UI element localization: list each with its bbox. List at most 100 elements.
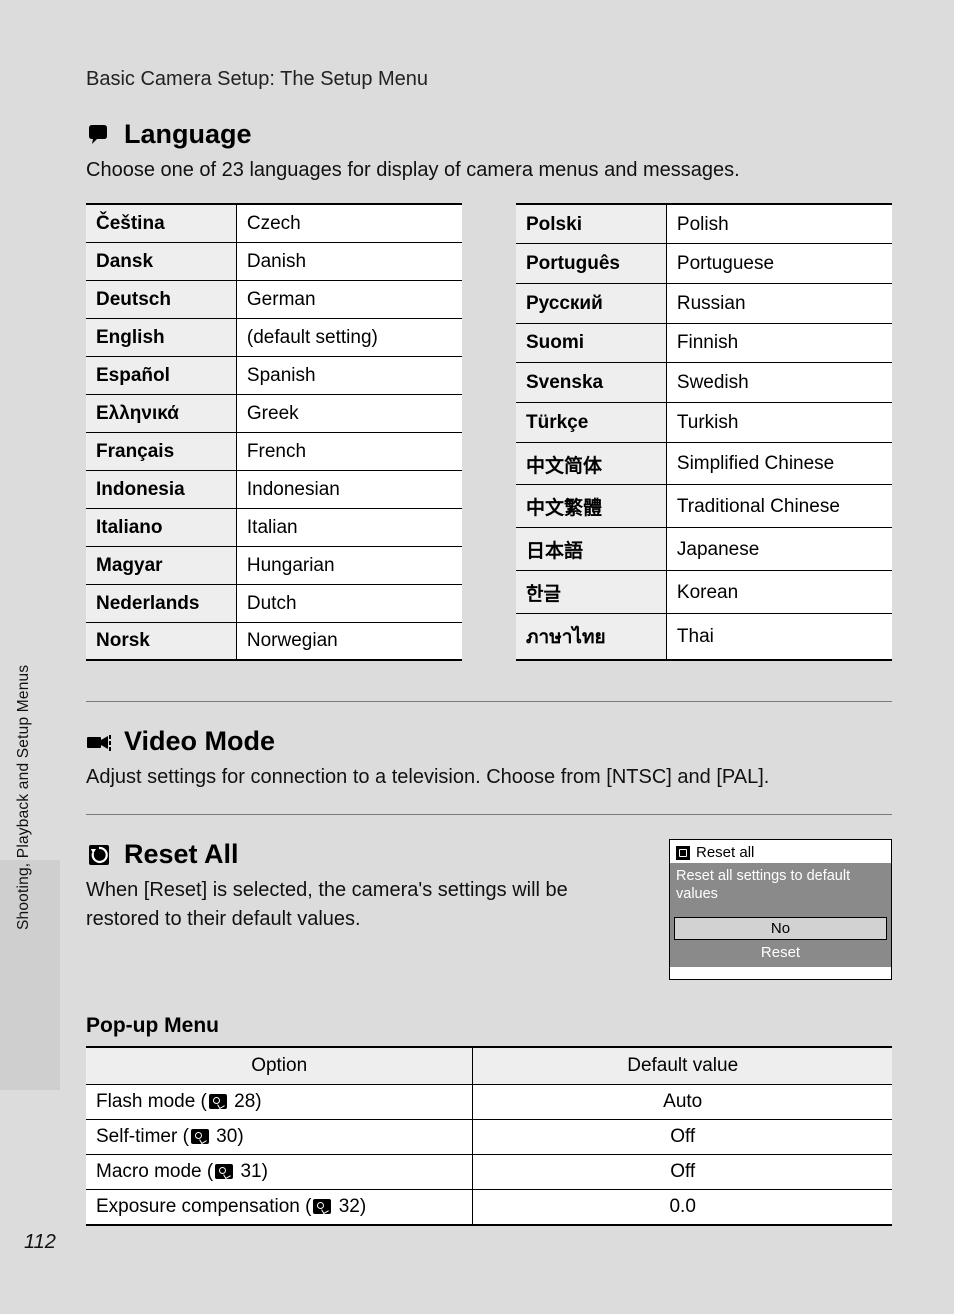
language-native: Español — [86, 356, 236, 394]
language-row: ภาษาไทยThai — [516, 613, 892, 660]
section-resetall-heading: Reset All — [86, 839, 639, 870]
language-row: ΕλληνικάGreek — [86, 394, 462, 432]
language-english: Korean — [666, 571, 892, 614]
popup-header-value: Default value — [473, 1047, 892, 1085]
language-native: 日本語 — [516, 528, 666, 571]
page-reference-icon — [215, 1164, 233, 1179]
popup-header-option: Option — [86, 1047, 473, 1085]
side-section-label: Shooting, Playback and Setup Menus — [15, 530, 33, 930]
language-row: TürkçeTurkish — [516, 402, 892, 442]
language-table-right: PolskiPolishPortuguêsPortugueseРусскийRu… — [516, 203, 892, 661]
section-language-heading: Language — [86, 119, 892, 150]
language-row: PolskiPolish — [516, 204, 892, 244]
language-native: Nederlands — [86, 584, 236, 622]
lcd-title-text: Reset all — [696, 844, 754, 861]
language-english: Finnish — [666, 323, 892, 363]
popup-row: Flash mode ( 28)Auto — [86, 1085, 892, 1120]
language-english: Portuguese — [666, 244, 892, 284]
language-english: Japanese — [666, 528, 892, 571]
language-native: Čeština — [86, 204, 236, 242]
language-native: Norsk — [86, 622, 236, 660]
section-divider — [86, 814, 892, 815]
language-native: Suomi — [516, 323, 666, 363]
language-english: Traditional Chinese — [666, 485, 892, 528]
language-english: Turkish — [666, 402, 892, 442]
popup-default-value: 0.0 — [473, 1190, 892, 1226]
language-english: Polish — [666, 204, 892, 244]
page-number: 112 — [24, 1231, 56, 1254]
language-tables: ČeštinaCzechDanskDanishDeutschGermanEngl… — [86, 203, 892, 661]
videomode-description: Adjust settings for connection to a tele… — [86, 763, 892, 792]
popup-menu-heading: Pop-up Menu — [86, 1014, 892, 1038]
section-videomode-heading: Video Mode — [86, 726, 892, 757]
language-row: 한글Korean — [516, 571, 892, 614]
language-english: Greek — [236, 394, 462, 432]
video-mode-icon — [86, 730, 114, 754]
language-native: Deutsch — [86, 280, 236, 318]
popup-option: Self-timer ( 30) — [86, 1120, 473, 1155]
popup-default-value: Off — [473, 1120, 892, 1155]
section-resetall-title: Reset All — [124, 839, 239, 870]
popup-row: Exposure compensation ( 32)0.0 — [86, 1190, 892, 1226]
language-row: NorskNorwegian — [86, 622, 462, 660]
language-row: SuomiFinnish — [516, 323, 892, 363]
language-row: PortuguêsPortuguese — [516, 244, 892, 284]
language-native: 한글 — [516, 571, 666, 614]
language-english: Thai — [666, 613, 892, 660]
language-native: ภาษาไทย — [516, 613, 666, 660]
language-english: Swedish — [666, 363, 892, 403]
chapter-title: Basic Camera Setup: The Setup Menu — [60, 0, 894, 119]
language-row: IndonesiaIndonesian — [86, 470, 462, 508]
language-row: SvenskaSwedish — [516, 363, 892, 403]
language-english: Hungarian — [236, 546, 462, 584]
language-native: 中文繁體 — [516, 485, 666, 528]
language-english: Spanish — [236, 356, 462, 394]
language-table-left: ČeštinaCzechDanskDanishDeutschGermanEngl… — [86, 203, 462, 661]
language-english: Italian — [236, 508, 462, 546]
section-videomode-title: Video Mode — [124, 726, 275, 757]
language-native: Polski — [516, 204, 666, 244]
popup-option: Exposure compensation ( 32) — [86, 1190, 473, 1226]
language-native: Français — [86, 432, 236, 470]
language-row: DanskDanish — [86, 242, 462, 280]
popup-option: Flash mode ( 28) — [86, 1085, 473, 1120]
language-row: EspañolSpanish — [86, 356, 462, 394]
popup-default-value: Auto — [473, 1085, 892, 1120]
popup-row: Macro mode ( 31)Off — [86, 1155, 892, 1190]
language-row: ČeštinaCzech — [86, 204, 462, 242]
language-native: English — [86, 318, 236, 356]
language-native: Ελληνικά — [86, 394, 236, 432]
lcd-message: Reset all settings to default values — [670, 863, 891, 917]
language-english: German — [236, 280, 462, 318]
language-row: 日本語Japanese — [516, 528, 892, 571]
language-row: DeutschGerman — [86, 280, 462, 318]
reset-lcd-preview: Reset all Reset all settings to default … — [669, 839, 892, 980]
popup-menu-table: Option Default value Flash mode ( 28)Aut… — [86, 1046, 892, 1226]
lcd-option-reset: Reset — [676, 942, 885, 963]
language-native: Русский — [516, 283, 666, 323]
language-english: Indonesian — [236, 470, 462, 508]
popup-default-value: Off — [473, 1155, 892, 1190]
lcd-footer — [670, 967, 891, 979]
lcd-option-no: No — [674, 917, 887, 940]
language-native: Italiano — [86, 508, 236, 546]
language-english: Dutch — [236, 584, 462, 622]
section-divider — [86, 701, 892, 702]
language-native: Svenska — [516, 363, 666, 403]
language-row: FrançaisFrench — [86, 432, 462, 470]
language-native: 中文简体 — [516, 442, 666, 485]
language-english: Czech — [236, 204, 462, 242]
lcd-reset-icon — [676, 846, 690, 860]
language-english: Russian — [666, 283, 892, 323]
language-english: Norwegian — [236, 622, 462, 660]
popup-option: Macro mode ( 31) — [86, 1155, 473, 1190]
language-icon — [86, 123, 114, 147]
language-english: Danish — [236, 242, 462, 280]
language-english: French — [236, 432, 462, 470]
page-reference-icon — [313, 1199, 331, 1214]
language-row: ItalianoItalian — [86, 508, 462, 546]
section-language-title: Language — [124, 119, 252, 150]
language-english: Simplified Chinese — [666, 442, 892, 485]
language-native: Türkçe — [516, 402, 666, 442]
language-native: Português — [516, 244, 666, 284]
